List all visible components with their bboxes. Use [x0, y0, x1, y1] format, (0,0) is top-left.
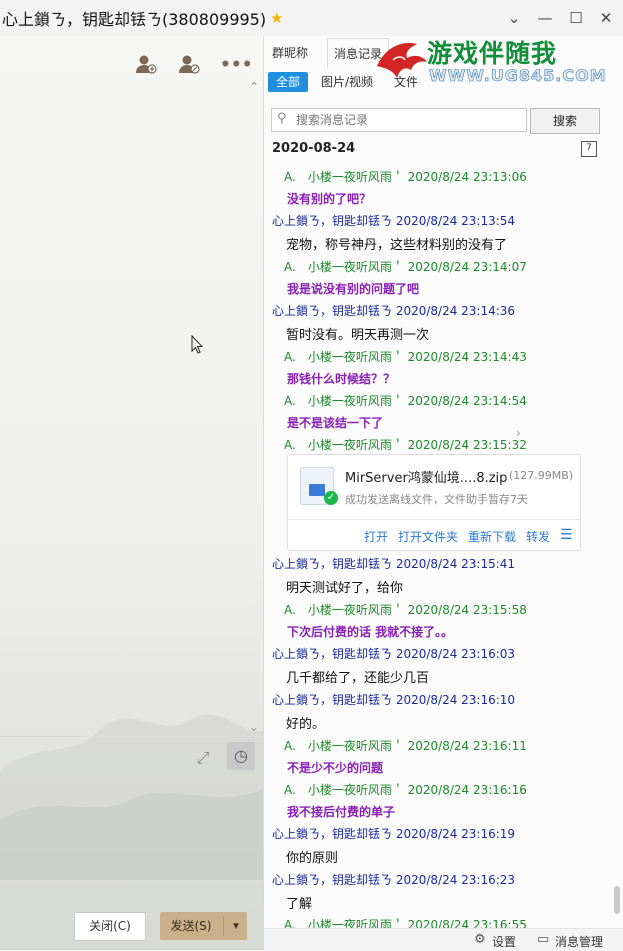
tab-nickname[interactable]: 群昵称 [272, 44, 308, 61]
message-text: 没有别的了吧？ [287, 192, 372, 206]
message-sender: A. 小楼一夜听风雨＇ 2020/8/24 23:13:06 [284, 170, 527, 184]
message-text: 下次后付费的话 我就不接了。。 [287, 625, 454, 639]
message-sender: 心上鎖ㄋ，钥匙却铥ㄋ 2020/8/24 23:14:36 [272, 304, 516, 318]
star-icon[interactable]: ★ [270, 9, 283, 27]
send-button-label[interactable]: 发送(S) [160, 912, 222, 940]
expand-icon[interactable]: ⤢ [193, 748, 213, 768]
success-check-icon: ✓ [324, 491, 338, 505]
close-button[interactable]: 关闭(C) [74, 912, 146, 941]
file-open-link[interactable]: 打开 [364, 528, 388, 545]
filter-all[interactable]: 全部 [268, 72, 309, 92]
message-text: 是不是该结一下了 [287, 416, 384, 430]
message-text: 你的原则 [286, 851, 339, 866]
search-button[interactable]: 搜索 [530, 108, 600, 134]
file-status: 成功发送离线文件，文件助手暂存7天 [345, 493, 528, 506]
mountain-background [0, 714, 263, 880]
search-box[interactable]: ⚲ [271, 108, 527, 132]
maximize-button[interactable]: ☐ [564, 6, 588, 30]
mouse-cursor-icon [191, 334, 204, 359]
file-size: (127.99MB) [509, 469, 574, 482]
message-text: 宠物，称号神丹，这些材料别的没有了 [286, 238, 508, 253]
calendar-icon[interactable]: 7 [581, 141, 597, 157]
message-text: 好的。 [286, 717, 326, 732]
filter-files[interactable]: 文件 [394, 72, 418, 92]
message-sender: 心上鎖ㄋ，钥匙却铥ㄋ 2020/8/24 23:16:23 [272, 873, 516, 887]
settings-icon[interactable]: ⚙ [474, 932, 486, 947]
message-sender: 心上鎖ㄋ，钥匙却铥ㄋ 2020/8/24 23:16:19 [272, 827, 516, 841]
message-text: 我不接后付费的单子 [287, 805, 396, 819]
close-window-button[interactable]: ✕ [594, 6, 618, 30]
message-sender: 心上鎖ㄋ，钥匙却铥ㄋ 2020/8/24 23:13:54 [272, 214, 516, 228]
message-sender: A. 小楼一夜听风雨＇ 2020/8/24 23:14:43 [284, 350, 527, 364]
minimize-button[interactable]: — [533, 6, 557, 30]
file-card[interactable]: ✓ MirServer鸿蒙仙境....8.zip (127.99MB) 成功发送… [287, 454, 581, 551]
compose-divider [0, 736, 263, 737]
file-menu-icon[interactable]: ☰ [560, 527, 573, 543]
add-member-icon[interactable] [133, 52, 159, 78]
message-sender: A. 小楼一夜听风雨＇ 2020/8/24 23:16:16 [284, 783, 527, 797]
chevron-down-icon[interactable]: ⌄ [502, 6, 526, 30]
search-input[interactable] [294, 110, 524, 130]
history-scrollbar[interactable] [614, 886, 620, 914]
window-title: 心上鎖ㄋ，钥匙却铥ㄋ(380809995) [2, 10, 267, 29]
filter-media[interactable]: 图片/视频 [321, 72, 373, 92]
history-footer: ⚙ 设置 ▭ 消息管理 [264, 928, 623, 951]
message-text: 不是少不少的问题 [287, 761, 384, 775]
message-text: 几千都给了，还能少几百 [286, 671, 430, 686]
settings-link[interactable]: 设置 [492, 933, 516, 950]
file-forward-link[interactable]: 转发 [526, 528, 550, 545]
send-options-icon[interactable]: ▾ [226, 912, 246, 940]
history-date: 2020-08-24 [272, 141, 356, 156]
search-icon: ⚲ [277, 111, 287, 126]
file-actions: 打开 打开文件夹 重新下载 转发 ☰ [288, 519, 580, 550]
message-sender: 心上鎖ㄋ，钥匙却铥ㄋ 2020/8/24 23:16:03 [272, 647, 516, 661]
message-text: 我是说没有别的问题了吧 [287, 282, 420, 296]
scroll-up-icon[interactable]: ⌃ [249, 80, 259, 94]
history-clock-icon[interactable]: ◷ [227, 742, 255, 770]
message-sender: A. 小楼一夜听风雨＇ 2020/8/24 23:15:58 [284, 603, 527, 617]
file-name[interactable]: MirServer鸿蒙仙境....8.zip [345, 467, 507, 486]
message-sender: 心上鎖ㄋ，钥匙却铥ㄋ 2020/8/24 23:15:41 [272, 557, 516, 571]
message-text: 明天测试好了，给你 [286, 581, 404, 596]
message-sender: A. 小楼一夜听风雨＇ 2020/8/24 23:14:07 [284, 260, 527, 274]
history-pane: 群昵称 消息记录 游戏伴随我 WWW.UG845.COM 全部 图片/视频 文件… [264, 36, 623, 951]
file-redownload-link[interactable]: 重新下载 [468, 528, 516, 545]
message-manage-icon[interactable]: ▭ [537, 932, 549, 947]
message-text: 了解 [286, 897, 313, 912]
send-button[interactable]: 发送(S) ▾ [160, 912, 247, 940]
compose-pane: ••• ⌃ ⌄ ⤢ ◷ 关闭(C) 发送(S) ▾ [0, 36, 264, 950]
file-open-folder-link[interactable]: 打开文件夹 [398, 528, 458, 545]
block-member-icon[interactable] [176, 52, 202, 78]
more-icon[interactable]: ••• [220, 52, 253, 78]
logo-text: 游戏伴随我 [427, 39, 558, 68]
logo-url: WWW.UG845.COM [429, 66, 607, 86]
message-manage-link[interactable]: 消息管理 [555, 933, 603, 950]
message-sender: A. 小楼一夜听风雨＇ 2020/8/24 23:14:54 [284, 394, 527, 408]
message-text: 那钱什么时候结？？ [287, 372, 396, 386]
send-separator [223, 916, 224, 936]
message-sender: A. 小楼一夜听风雨＇ 2020/8/24 23:15:32 [284, 438, 527, 452]
message-text: 暂时没有。明天再测一次 [286, 328, 430, 343]
message-sender: A. 小楼一夜听风雨＇ 2020/8/24 23:16:11 [284, 739, 527, 753]
message-sender: 心上鎖ㄋ，钥匙却铥ㄋ 2020/8/24 23:16:10 [272, 693, 516, 707]
